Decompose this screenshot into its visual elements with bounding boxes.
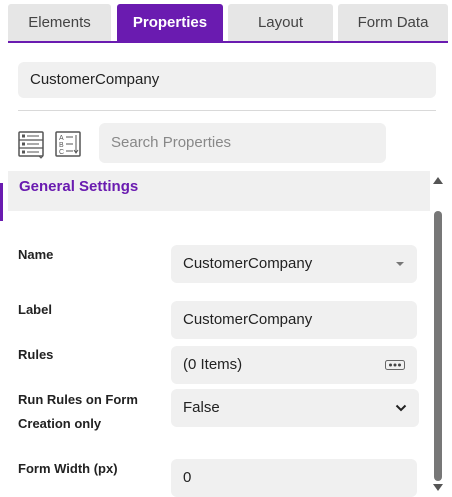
label-value: CustomerCompany [183, 311, 313, 328]
rules-value: (0 Items) [183, 356, 243, 373]
search-properties-input[interactable]: Search Properties [99, 123, 386, 163]
name-dropdown[interactable]: CustomerCompany [171, 245, 417, 283]
form-width-value: 0 [183, 469, 192, 486]
form-width-input[interactable]: 0 [171, 459, 417, 497]
scroll-thumb[interactable] [434, 211, 442, 481]
label-label: Label [18, 302, 52, 317]
categorized-view-icon[interactable] [18, 131, 44, 159]
chevron-down-icon [395, 389, 407, 427]
properties-scrollbar[interactable] [432, 171, 444, 495]
section-accent-bar [0, 183, 3, 221]
run-rules-value: False [183, 399, 220, 416]
ellipsis-icon[interactable] [385, 346, 405, 384]
run-rules-select[interactable]: False [171, 389, 419, 427]
scroll-up-arrow[interactable] [433, 177, 443, 184]
tab-bar: Elements Properties Layout Form Data [8, 4, 448, 42]
name-value: CustomerCompany [183, 255, 313, 272]
rules-label: Rules [18, 347, 54, 362]
run-rules-label-line2: Creation only [18, 416, 102, 431]
tab-underline [8, 41, 448, 43]
label-input[interactable]: CustomerCompany [171, 301, 417, 339]
name-label: Name [18, 247, 54, 262]
tab-properties[interactable]: Properties [117, 4, 223, 41]
run-rules-label-line1: Run Rules on Form [18, 392, 138, 407]
tab-elements[interactable]: Elements [8, 4, 111, 41]
divider [18, 110, 436, 111]
svg-text:A: A [59, 135, 64, 142]
caret-down-icon [395, 245, 405, 283]
alphabetical-sort-icon[interactable]: A B C [55, 131, 81, 159]
section-header-general-settings[interactable]: General Settings [8, 171, 430, 211]
svg-text:B: B [59, 142, 64, 149]
svg-text:C: C [59, 149, 64, 156]
section-title: General Settings [19, 178, 139, 195]
rules-field[interactable]: (0 Items) [171, 346, 417, 384]
component-name-field[interactable]: CustomerCompany [18, 62, 436, 98]
tab-form-data[interactable]: Form Data [338, 4, 448, 41]
scroll-down-arrow[interactable] [433, 484, 443, 491]
tab-layout[interactable]: Layout [228, 4, 333, 41]
form-width-label: Form Width (px) [18, 461, 118, 476]
